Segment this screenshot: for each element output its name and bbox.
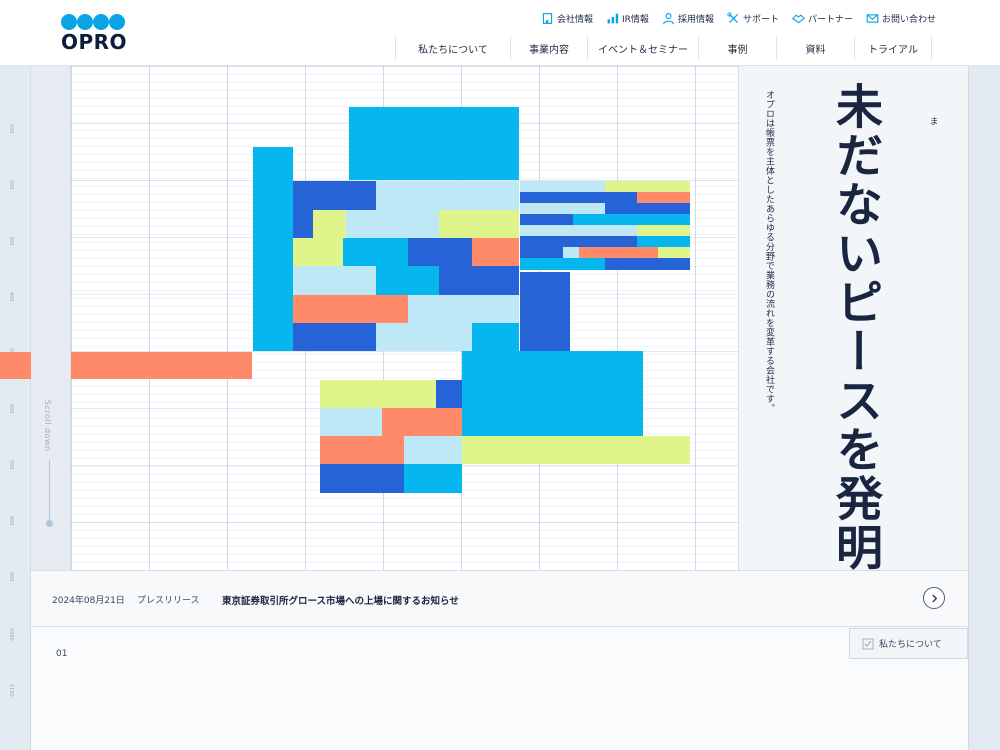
building-icon bbox=[542, 12, 553, 24]
util-label: IR情報 bbox=[622, 14, 649, 25]
ruler-tick: 200 bbox=[8, 180, 14, 190]
utility-nav: 会社情報 IR情報 採用情報 サポート パートナー お問い合わせ bbox=[541, 10, 936, 26]
about-section: 01 bbox=[31, 627, 968, 750]
ruler-tick: 1100 bbox=[8, 684, 14, 697]
ruler-tick: 600 bbox=[8, 404, 14, 414]
hero-left-strip bbox=[31, 66, 71, 570]
section-number: 01 bbox=[56, 649, 68, 659]
ruler-tick: 400 bbox=[8, 292, 14, 302]
util-label: お問い合わせ bbox=[881, 14, 936, 25]
scroll-indicator-dot bbox=[46, 520, 53, 527]
util-label: サポート bbox=[742, 14, 779, 25]
tools-icon bbox=[727, 11, 738, 23]
nav-business[interactable]: 事業内容 bbox=[510, 36, 587, 60]
ruler-tick: 300 bbox=[8, 236, 14, 246]
mail-icon bbox=[866, 13, 879, 23]
hero-grid bbox=[71, 66, 738, 570]
ruler-tick: 800 bbox=[8, 516, 14, 526]
nav-about[interactable]: 私たちについて bbox=[395, 36, 510, 60]
news-next-button[interactable] bbox=[923, 587, 945, 609]
news-date: 2024年08月21日 bbox=[52, 596, 125, 606]
side-ruler: 10020030040050060070080090010001100 bbox=[0, 66, 31, 750]
scroll-down-label[interactable]: Scroll down bbox=[43, 400, 52, 452]
handshake-icon bbox=[791, 14, 805, 23]
person-icon bbox=[662, 12, 674, 24]
about-tag-label: 私たちについて bbox=[879, 640, 942, 650]
chevron-right-icon bbox=[931, 593, 937, 603]
ruler-tick: 100 bbox=[8, 124, 14, 134]
util-link-recruit[interactable]: 採用情報 bbox=[662, 12, 714, 25]
ruler-tick: 900 bbox=[8, 572, 14, 582]
logo-mark bbox=[61, 14, 125, 30]
scroll-indicator-line bbox=[49, 460, 50, 524]
site-header: OPRO 会社情報 IR情報 採用情報 サポート パートナー お問い合わせ 私た… bbox=[0, 0, 1000, 66]
ruler-tick: 1000 bbox=[8, 628, 14, 641]
right-edge-strip bbox=[968, 66, 1000, 750]
nav-events[interactable]: イベント＆セミナー bbox=[587, 36, 698, 60]
nav-trial[interactable]: トライアル bbox=[854, 36, 932, 60]
util-label: パートナー bbox=[807, 14, 853, 25]
util-link-partner[interactable]: パートナー bbox=[791, 12, 853, 25]
logo-wordmark: OPRO bbox=[61, 30, 128, 54]
util-link-support[interactable]: サポート bbox=[727, 11, 779, 25]
util-label: 会社情報 bbox=[557, 14, 594, 25]
util-link-ir[interactable]: IR情報 bbox=[606, 12, 649, 25]
about-tag-link[interactable]: 私たちについて bbox=[849, 628, 968, 659]
news-category: プレスリリース bbox=[137, 596, 200, 606]
hero-subcopy: オプロは帳票を主体としたあらゆる分野で業務の流れを変革する会社です。 bbox=[764, 90, 774, 413]
ruler-highlight bbox=[0, 352, 31, 379]
util-link-company[interactable]: 会社情報 bbox=[541, 12, 593, 25]
headline-ruby: ま bbox=[930, 117, 938, 126]
main-nav: 私たちについて 事業内容 イベント＆セミナー 事例 資料 トライアル bbox=[395, 36, 932, 62]
nav-cases[interactable]: 事例 bbox=[698, 36, 776, 60]
ruler-tick: 700 bbox=[8, 460, 14, 470]
bar-chart-icon bbox=[607, 13, 619, 23]
page: OPRO 会社情報 IR情報 採用情報 サポート パートナー お問い合わせ 私た… bbox=[0, 0, 1000, 750]
news-title-link[interactable]: 東京証券取引所グロース市場への上場に関するお知らせ bbox=[222, 593, 459, 607]
util-link-contact[interactable]: お問い合わせ bbox=[866, 12, 936, 25]
checkbox-icon bbox=[862, 638, 874, 649]
news-bar[interactable]: 2024年08月21日 プレスリリース 東京証券取引所グロース市場への上場に関す… bbox=[31, 570, 968, 627]
nav-documents[interactable]: 資料 bbox=[776, 36, 854, 60]
util-label: 採用情報 bbox=[677, 14, 714, 25]
opro-logo[interactable]: OPRO bbox=[61, 12, 128, 54]
